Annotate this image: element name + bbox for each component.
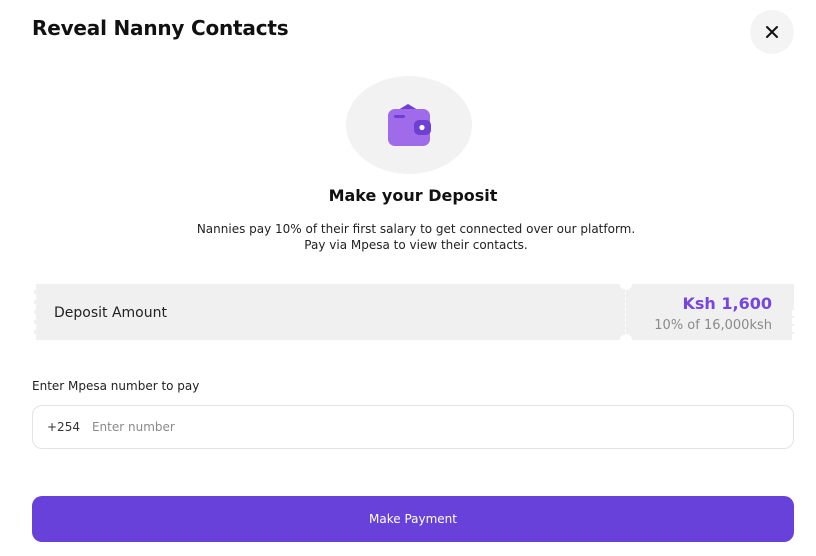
deposit-amount-value: Ksh 1,600	[682, 294, 773, 313]
close-button[interactable]	[750, 10, 794, 54]
wallet-icon-container	[346, 76, 472, 174]
deposit-amount-label: Deposit Amount	[54, 305, 167, 321]
close-icon	[766, 26, 778, 38]
modal-title: Reveal Nanny Contacts	[32, 16, 289, 40]
description-line-1: Nannies pay 10% of their first salary to…	[196, 222, 636, 236]
ticket-edge-left	[34, 284, 36, 340]
ticket-divider	[625, 292, 626, 332]
mpesa-phone-field[interactable]: +254	[32, 405, 794, 449]
country-code-prefix: +254	[47, 420, 80, 434]
description-line-2: Pay via Mpesa to view their contacts.	[304, 238, 528, 252]
deposit-amount-breakdown: 10% of 16,000ksh	[654, 318, 772, 333]
deposit-amount-card: Deposit Amount Ksh 1,600 10% of 16,000ks…	[34, 278, 794, 346]
ticket-notch-top	[620, 278, 632, 290]
deposit-heading: Make your Deposit	[328, 186, 498, 205]
wallet-icon	[388, 104, 431, 146]
reveal-contacts-modal: Reveal Nanny Contacts Make your Deposit …	[0, 0, 816, 556]
make-payment-button[interactable]: Make Payment	[32, 496, 794, 542]
mpesa-number-input[interactable]	[91, 420, 692, 434]
ticket-notch-bottom	[620, 334, 632, 346]
mpesa-number-label: Enter Mpesa number to pay	[32, 379, 200, 393]
deposit-description: Nannies pay 10% of their first salary to…	[0, 221, 816, 253]
ticket-edge-right	[792, 310, 794, 340]
